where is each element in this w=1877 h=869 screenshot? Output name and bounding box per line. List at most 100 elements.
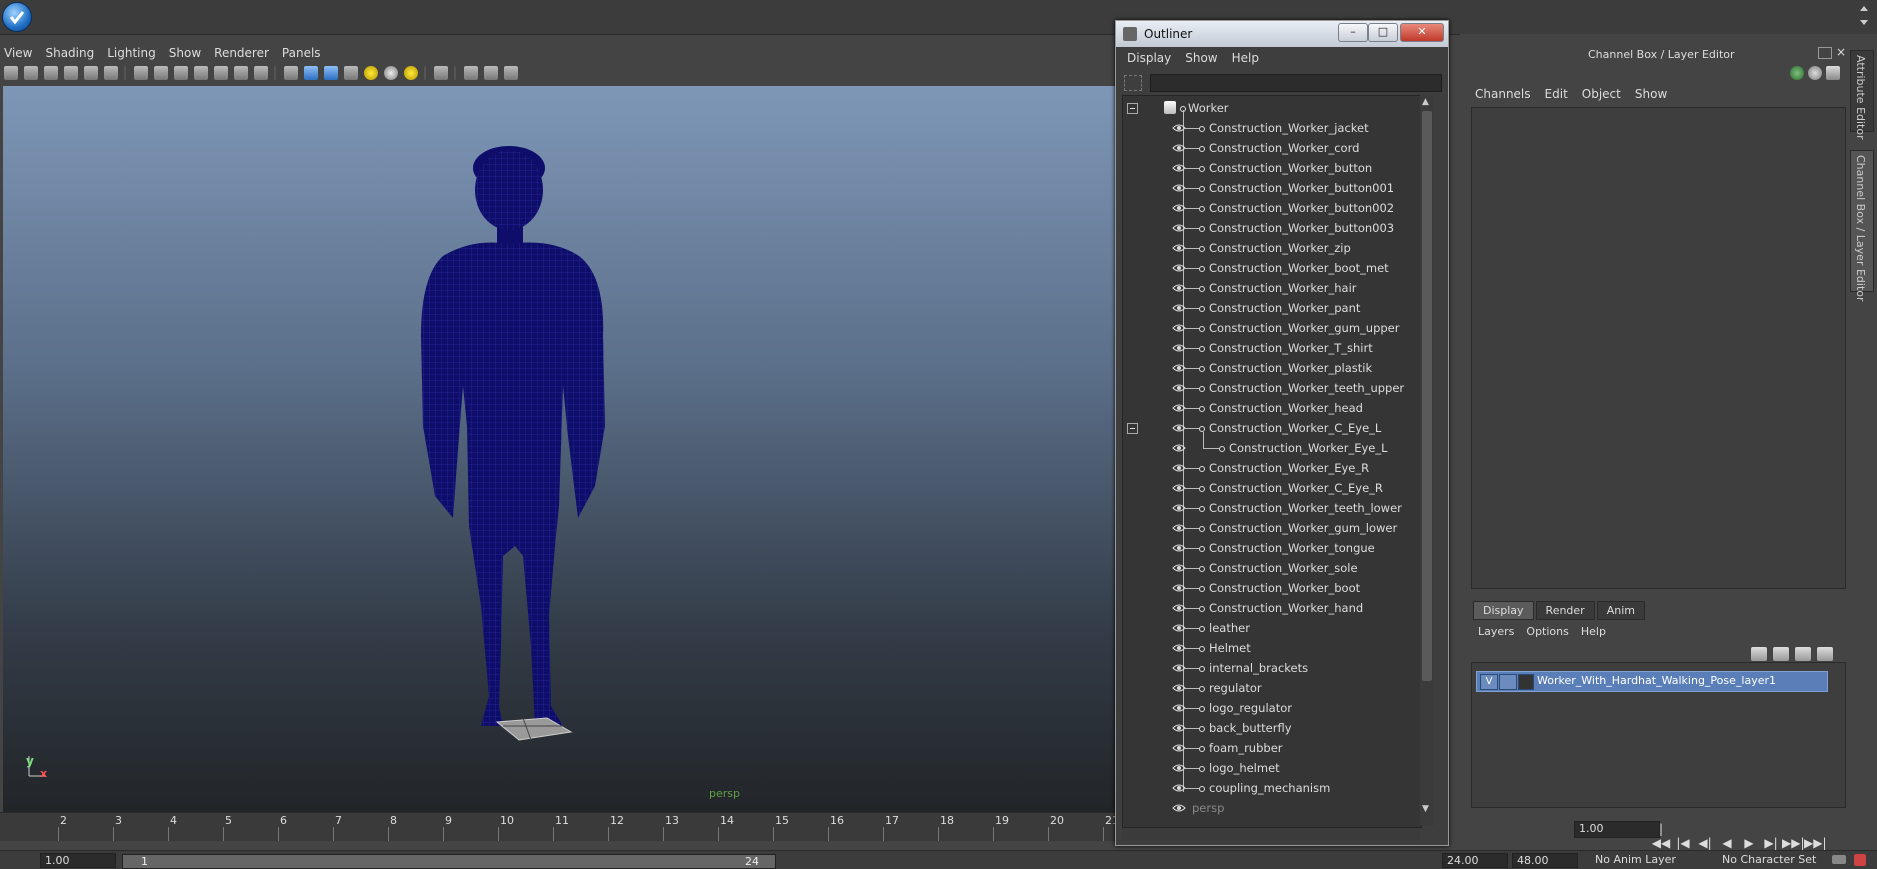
tab-render[interactable]: Render	[1535, 601, 1595, 620]
animation-end-field[interactable]: 48.00	[1512, 853, 1578, 868]
outliner-row[interactable]: regulator	[1123, 678, 1421, 698]
playback-end-field[interactable]: 24.00	[1442, 853, 1508, 868]
channel-box-area[interactable]	[1471, 107, 1846, 589]
grease-pencil-icon[interactable]	[84, 66, 98, 80]
menu-edit[interactable]: Edit	[1545, 87, 1568, 101]
textured-icon[interactable]	[344, 66, 358, 80]
outliner-row-camera[interactable]: persp	[1123, 798, 1421, 818]
perspective-viewport[interactable]	[3, 86, 1116, 812]
outliner-row[interactable]: Construction_Worker_sole	[1123, 558, 1421, 578]
range-slider[interactable]: 1 24	[122, 854, 776, 869]
scroll-down-icon[interactable]: ▼	[1422, 804, 1429, 814]
layer-name[interactable]: Worker_With_Hardhat_Walking_Pose_layer1	[1537, 674, 1776, 687]
outliner-row[interactable]: logo_regulator	[1123, 698, 1421, 718]
film-gate-icon[interactable]	[154, 66, 168, 80]
shelf-arrows-icon[interactable]	[1859, 3, 1869, 29]
outliner-row[interactable]: Construction_Worker_T_shirt	[1123, 338, 1421, 358]
field-chart-icon[interactable]	[214, 66, 228, 80]
outliner-row[interactable]: Construction_Worker_zip	[1123, 238, 1421, 258]
step-forward-frame-button[interactable]: ▶|	[1760, 836, 1782, 850]
tab-anim[interactable]: Anim	[1596, 601, 1645, 620]
outliner-row[interactable]: leather	[1123, 618, 1421, 638]
menu-help[interactable]: Help	[1581, 625, 1606, 638]
menu-panels[interactable]: Panels	[282, 46, 321, 60]
safe-title-icon[interactable]	[254, 66, 268, 80]
move-manip-icon[interactable]	[1790, 66, 1804, 80]
step-forward-key-button[interactable]: ▶▶|	[1782, 836, 1805, 850]
outliner-row[interactable]: Construction_Worker_hand	[1123, 598, 1421, 618]
outliner-row[interactable]: Construction_Worker_button002	[1123, 198, 1421, 218]
outliner-row[interactable]: Construction_Worker_cord	[1123, 138, 1421, 158]
close-panel-icon[interactable]: ×	[1836, 45, 1846, 59]
default-light-icon[interactable]	[404, 66, 418, 80]
current-time-field[interactable]: 1.00	[1574, 821, 1660, 838]
outliner-row[interactable]: Construction_Worker_C_Eye_R	[1123, 478, 1421, 498]
tab-channel-box[interactable]: Channel Box / Layer Editor	[1850, 150, 1874, 302]
layer-row[interactable]: V Worker_With_Hardhat_Walking_Pose_layer…	[1476, 671, 1828, 692]
camera-select-icon[interactable]	[4, 66, 18, 80]
menu-show[interactable]: Show	[1185, 51, 1217, 65]
wireframe-on-shaded-icon[interactable]	[324, 66, 338, 80]
tab-display[interactable]: Display	[1473, 601, 1534, 620]
menu-lighting[interactable]: Lighting	[107, 46, 156, 60]
character-set-selector[interactable]: No Character Set	[1722, 853, 1816, 866]
go-to-end-button[interactable]: ▶▶|	[1804, 836, 1827, 850]
animation-start-field[interactable]: 1.00	[40, 853, 116, 868]
step-back-key-button[interactable]: |◀	[1672, 836, 1694, 850]
outliner-row[interactable]: Construction_Worker_jacket	[1123, 118, 1421, 138]
menu-shading[interactable]: Shading	[45, 46, 94, 60]
collapse-icon[interactable]	[1127, 103, 1138, 114]
collapse-icon[interactable]	[1127, 423, 1138, 434]
outliner-row[interactable]: Construction_Worker_Eye_L	[1123, 432, 1421, 458]
outliner-row[interactable]: Construction_Worker_teeth_upper	[1123, 378, 1421, 398]
xray-icon[interactable]	[434, 66, 448, 80]
layer-color-swatch[interactable]	[1518, 674, 1534, 690]
play-forwards-button[interactable]: ▶	[1738, 836, 1760, 850]
outliner-row[interactable]: Helmet	[1123, 638, 1421, 658]
scroll-up-icon[interactable]: ▲	[1422, 97, 1429, 107]
layer-playback-toggle[interactable]	[1499, 674, 1517, 690]
outliner-tree[interactable]: Worker Construction_Worker_jacket Construc…	[1122, 95, 1422, 828]
xray-active-icon[interactable]	[504, 66, 518, 80]
outliner-row[interactable]: Construction_Worker_plastik	[1123, 358, 1421, 378]
new-layer-from-selection-icon[interactable]	[1817, 647, 1833, 661]
play-backwards-button[interactable]: ◀	[1716, 836, 1738, 850]
outliner-row[interactable]: Construction_Worker_pant	[1123, 298, 1421, 318]
auto-key-icon[interactable]	[1854, 854, 1866, 866]
outliner-titlebar[interactable]: Outliner – □ ✕	[1116, 21, 1448, 47]
close-button[interactable]: ✕	[1400, 23, 1444, 42]
new-layer-icon[interactable]	[1795, 647, 1811, 661]
move-layer-down-icon[interactable]	[1773, 647, 1789, 661]
menu-layers[interactable]: Layers	[1478, 625, 1514, 638]
key-icon[interactable]	[1832, 855, 1846, 864]
xray-joints-icon[interactable]	[484, 66, 498, 80]
menu-object[interactable]: Object	[1582, 87, 1621, 101]
menu-channels[interactable]: Channels	[1475, 87, 1531, 101]
outliner-row[interactable]: Construction_Worker_boot_met	[1123, 258, 1421, 278]
maximize-button[interactable]: □	[1368, 23, 1398, 42]
menu-renderer[interactable]: Renderer	[214, 46, 269, 60]
pen-icon[interactable]	[1826, 66, 1840, 80]
step-back-frame-button[interactable]: ◀|	[1694, 836, 1716, 850]
outliner-row[interactable]: Construction_Worker_gum_lower	[1123, 518, 1421, 538]
layer-visibility-toggle[interactable]: V	[1480, 674, 1498, 690]
speed-icon[interactable]	[1808, 66, 1822, 80]
shadows-icon[interactable]	[384, 66, 398, 80]
outliner-row[interactable]: Construction_Worker_button	[1123, 158, 1421, 178]
outliner-row[interactable]: Construction_Worker_button003	[1123, 218, 1421, 238]
menu-help[interactable]: Help	[1232, 51, 1259, 65]
menu-show[interactable]: Show	[1635, 87, 1667, 101]
outliner-row[interactable]: Construction_Worker_teeth_lower	[1123, 498, 1421, 518]
camera-attributes-icon[interactable]	[24, 66, 38, 80]
minimize-button[interactable]: –	[1338, 23, 1368, 42]
outliner-row[interactable]: Construction_Worker_boot	[1123, 578, 1421, 598]
outliner-row[interactable]: Construction_Worker_gum_upper	[1123, 318, 1421, 338]
grid-icon[interactable]	[134, 66, 148, 80]
outliner-row[interactable]: Construction_Worker_head	[1123, 398, 1421, 418]
isolate-select-icon[interactable]	[464, 66, 478, 80]
outliner-row[interactable]: Construction_Worker_hair	[1123, 278, 1421, 298]
outliner-row[interactable]: foam_rubber	[1123, 738, 1421, 758]
outliner-scroll-thumb[interactable]	[1422, 111, 1432, 681]
tab-attribute-editor[interactable]: Attribute Editor	[1850, 50, 1874, 140]
2d-pan-zoom-icon[interactable]	[104, 66, 118, 80]
